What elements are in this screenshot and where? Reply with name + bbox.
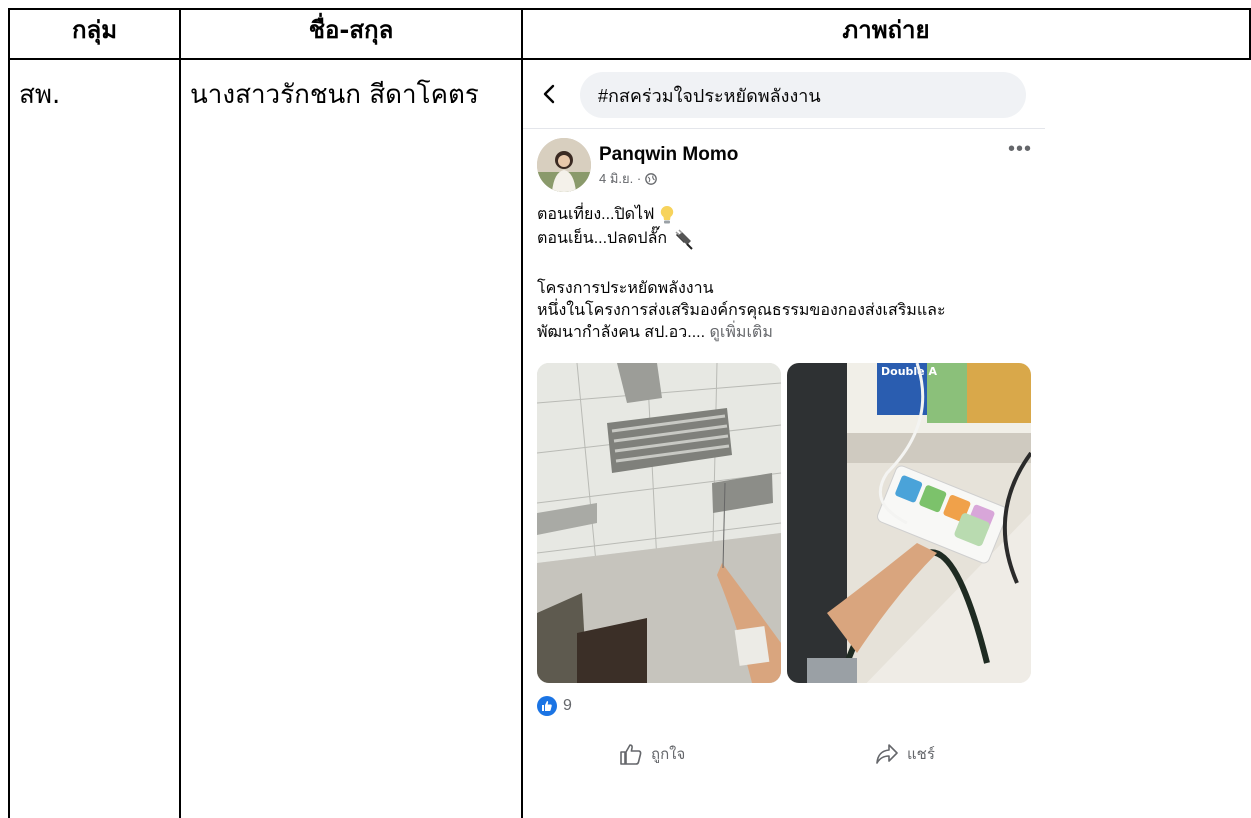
electric-plug-icon bbox=[675, 229, 693, 250]
like-count: 9 bbox=[563, 697, 572, 714]
post-meta: 4 มิ.ย. · bbox=[599, 168, 658, 189]
like-button[interactable]: ถูกใจ bbox=[619, 742, 685, 766]
share-button[interactable]: แชร์ bbox=[875, 742, 935, 766]
hashtag-search-input[interactable]: #กสคร่วมใจประหยัดพลังงาน bbox=[580, 72, 1026, 118]
cell-group: สพ. bbox=[19, 80, 61, 110]
globe-icon bbox=[645, 172, 658, 185]
post-body-1: โครงการประหยัดพลังงาน bbox=[537, 280, 714, 297]
post-line-2-row: ตอนเย็น...ปลดปลั๊ก bbox=[537, 228, 695, 250]
post-body-3: พัฒนากำลังคน สป.อว.... bbox=[537, 324, 706, 341]
reaction-summary[interactable]: 9 bbox=[537, 696, 572, 716]
thumbs-up-icon bbox=[620, 744, 642, 765]
post-photo-ceiling[interactable] bbox=[537, 363, 781, 683]
table-left-border bbox=[8, 8, 10, 818]
light-bulb-icon bbox=[661, 205, 674, 224]
share-button-label: แชร์ bbox=[907, 746, 935, 763]
back-arrow-icon[interactable] bbox=[541, 84, 557, 104]
avatar[interactable] bbox=[537, 138, 591, 192]
header-photo: ภาพถ่าย bbox=[842, 15, 930, 44]
facebook-post-screenshot: #กสคร่วมใจประหยัดพลังงาน Panqwin Momo 4 … bbox=[523, 60, 1045, 818]
author-name[interactable]: Panqwin Momo bbox=[599, 144, 738, 166]
see-more-link[interactable]: ดูเพิ่มเติม bbox=[710, 324, 773, 341]
share-arrow-icon bbox=[876, 744, 898, 764]
search-bar: #กสคร่วมใจประหยัดพลังงาน bbox=[523, 60, 1045, 129]
more-options-icon[interactable]: ••• bbox=[1008, 138, 1032, 161]
table-col-divider-1 bbox=[179, 8, 181, 818]
photo-box-label: Double A bbox=[881, 365, 937, 378]
post-photo-power-strip[interactable]: Double A bbox=[787, 363, 1031, 683]
like-button-label: ถูกใจ bbox=[651, 746, 686, 763]
post-line-2: ตอนเย็น...ปลดปลั๊ก bbox=[537, 230, 668, 247]
header-group: กลุ่ม bbox=[71, 15, 118, 44]
header-name: ชื่อ-สกุล bbox=[308, 15, 394, 44]
post-body-3-row: พัฒนากำลังคน สป.อว.... ดูเพิ่มเติม bbox=[537, 322, 773, 344]
like-reaction-icon bbox=[537, 696, 557, 716]
post-date: 4 มิ.ย. · bbox=[599, 171, 642, 186]
post-body-2: หนึ่งในโครงการส่งเสริมองค์กรคุณธรรมของกอ… bbox=[537, 302, 946, 319]
post-line-1-row: ตอนเที่ยง...ปิดไฟ bbox=[537, 204, 674, 226]
post-line-1: ตอนเที่ยง...ปิดไฟ bbox=[537, 206, 655, 223]
cell-name: นางสาวรักชนก สีดาโคตร bbox=[190, 80, 479, 110]
